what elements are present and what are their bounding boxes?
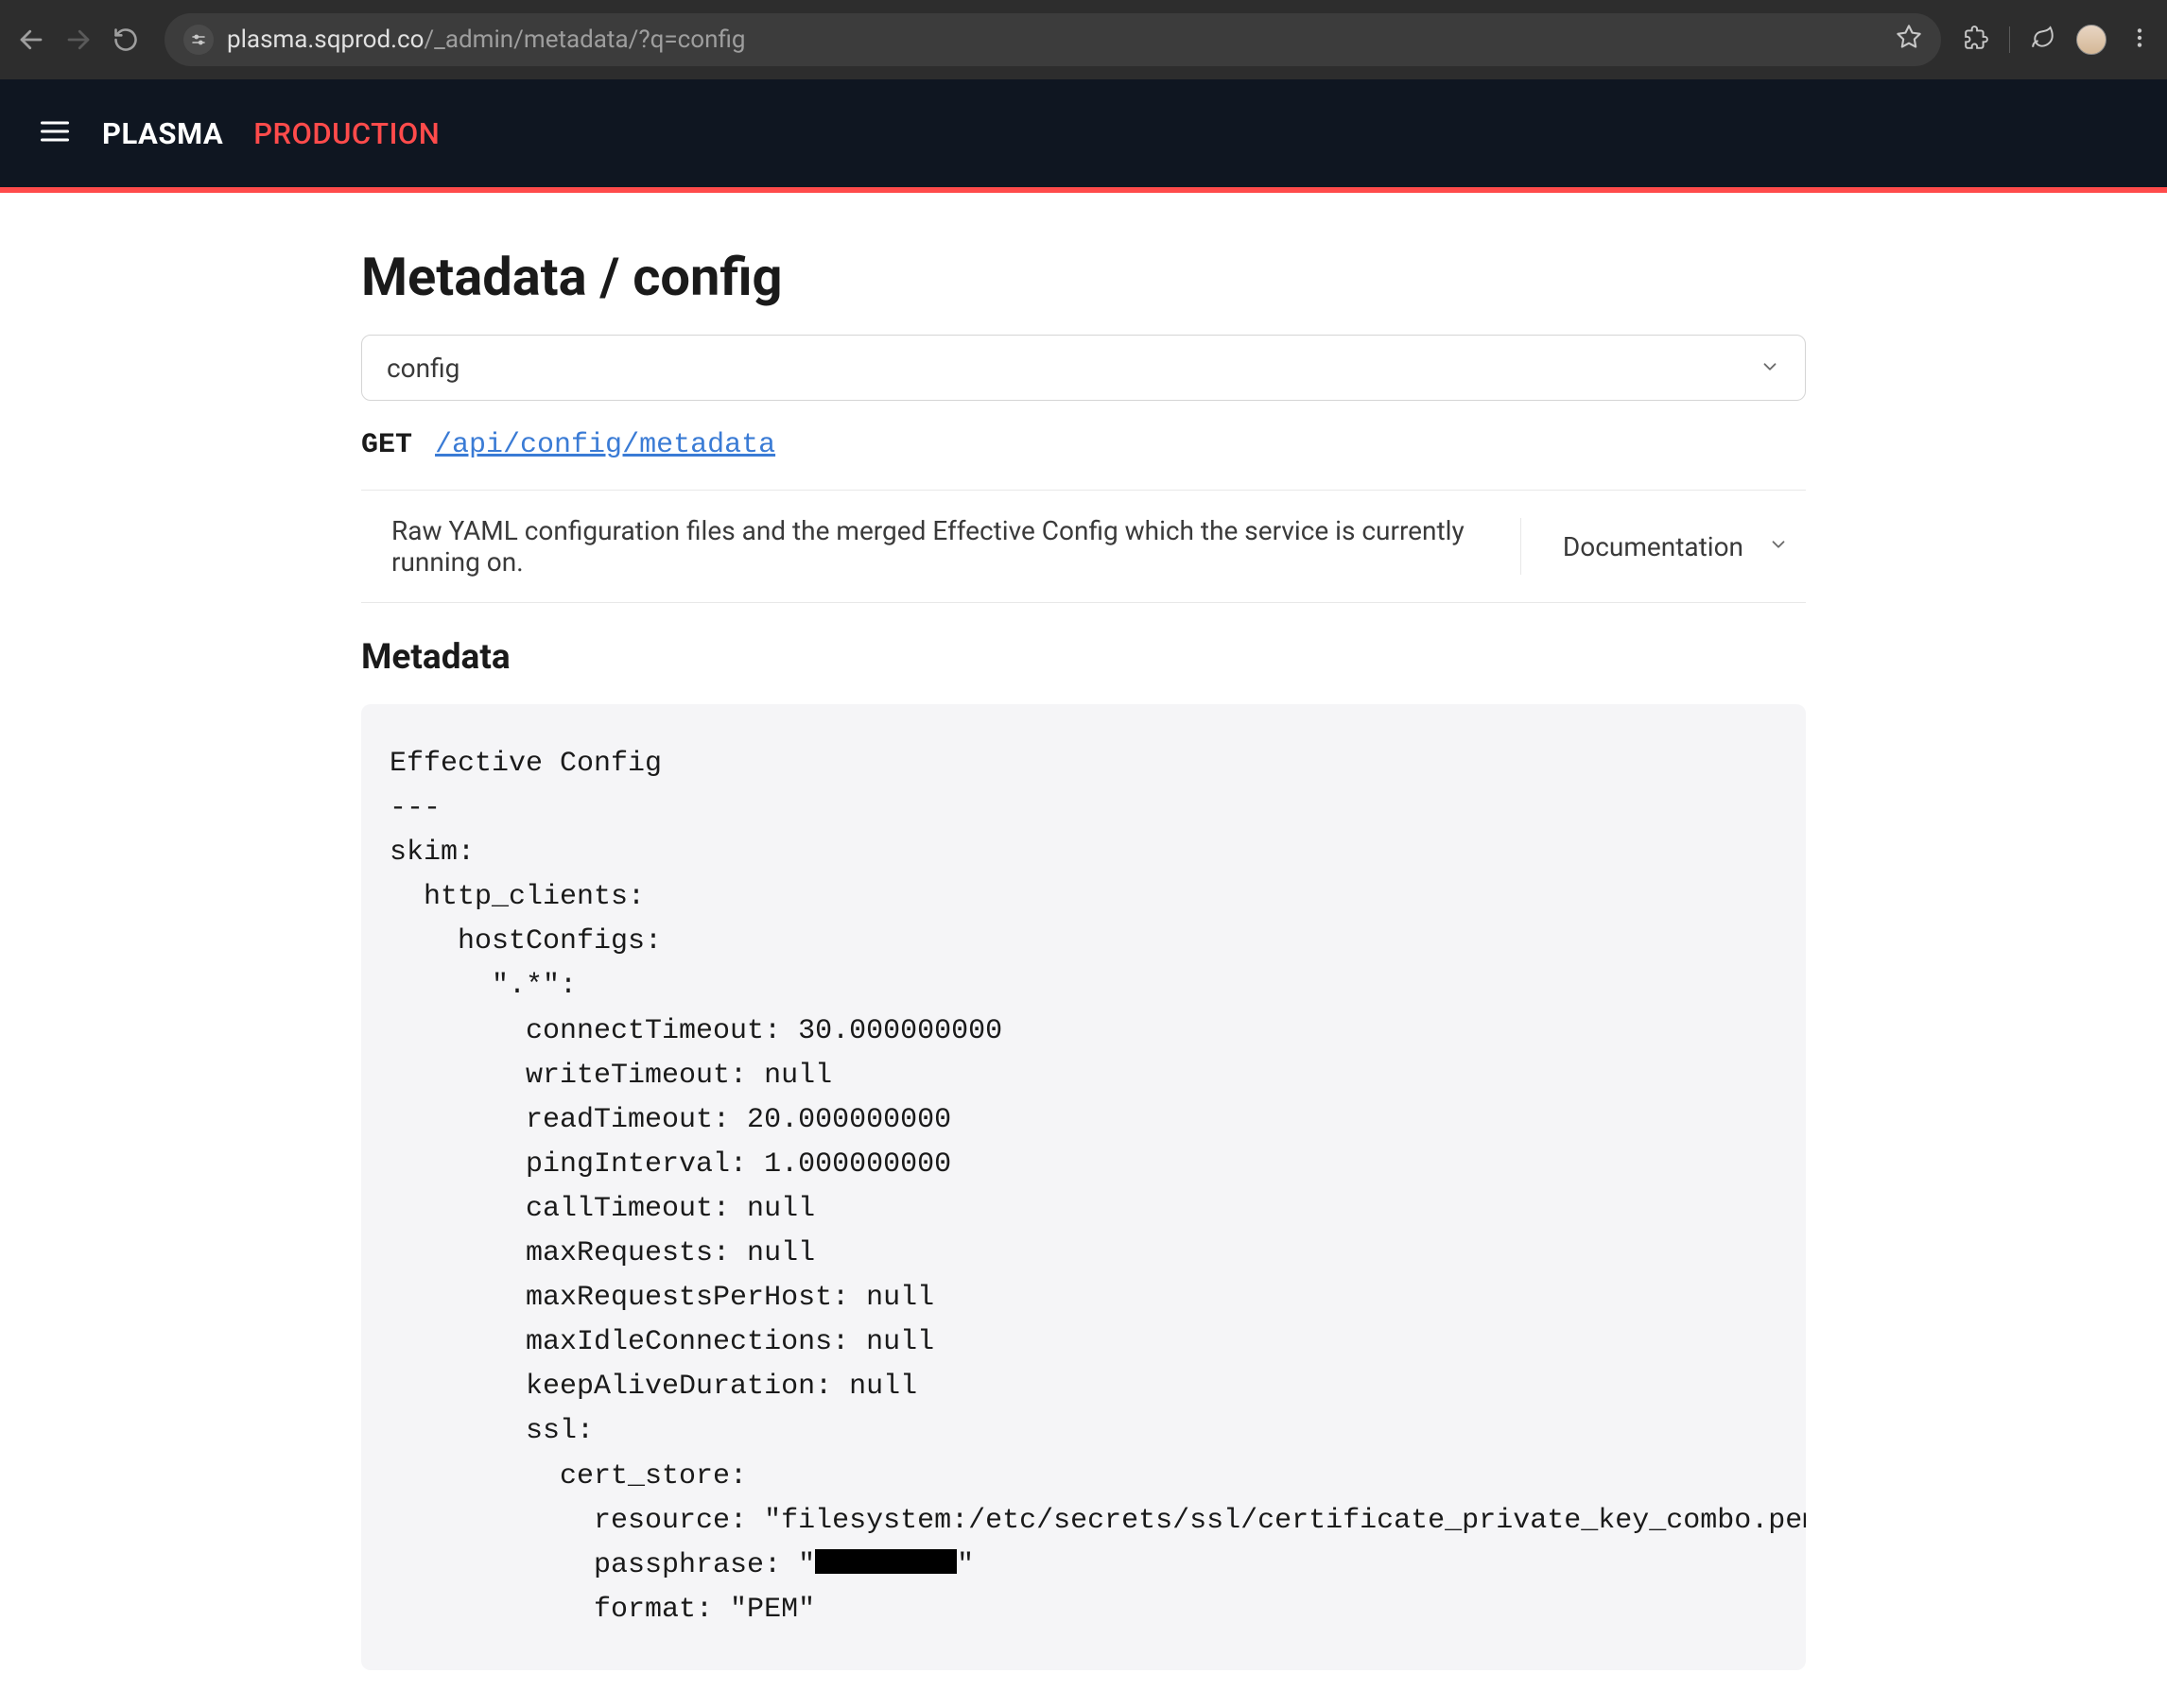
url-bar[interactable]: plasma.sqprod.co/_admin/metadata/?q=conf…	[165, 13, 1941, 66]
api-method: GET	[361, 429, 412, 461]
page-title: Metadata / config	[361, 246, 1806, 308]
description-text: Raw YAML configuration files and the mer…	[391, 515, 1520, 578]
chevron-down-icon	[1768, 534, 1789, 559]
chevron-down-icon	[1760, 353, 1780, 384]
metadata-select[interactable]: config	[361, 335, 1806, 401]
redacted-passphrase	[815, 1549, 957, 1574]
api-path-link[interactable]: /api/config/metadata	[435, 429, 775, 461]
browser-chrome: plasma.sqprod.co/_admin/metadata/?q=conf…	[0, 0, 2167, 79]
url-host: plasma.sqprod.co	[227, 26, 424, 54]
extensions-icon[interactable]	[1964, 26, 1988, 54]
bookmark-icon[interactable]	[1896, 24, 1922, 57]
app-title: PLASMA	[102, 116, 223, 151]
hamburger-menu-icon[interactable]	[38, 114, 72, 152]
divider	[2009, 26, 2010, 53]
profile-avatar[interactable]	[2076, 25, 2106, 55]
api-endpoint: GET /api/config/metadata	[361, 429, 1806, 491]
nav-controls	[15, 24, 142, 56]
section-title: Metadata	[361, 637, 1806, 678]
url-text: plasma.sqprod.co/_admin/metadata/?q=conf…	[227, 26, 1882, 54]
back-button[interactable]	[15, 24, 47, 56]
kebab-menu-icon[interactable]	[2127, 26, 2152, 54]
code-content-prefix: Effective Config --- skim: http_clients:…	[390, 748, 1806, 1581]
leaf-icon[interactable]	[2031, 26, 2055, 54]
main-content: Metadata / config config GET /api/config…	[185, 193, 1982, 1708]
documentation-label: Documentation	[1563, 531, 1743, 562]
documentation-dropdown[interactable]: Documentation	[1520, 518, 1806, 575]
reload-button[interactable]	[110, 24, 142, 56]
description-row: Raw YAML configuration files and the mer…	[361, 491, 1806, 603]
forward-button[interactable]	[62, 24, 95, 56]
site-settings-icon[interactable]	[183, 25, 214, 55]
environment-badge: PRODUCTION	[253, 116, 440, 151]
chrome-controls-right	[1964, 25, 2152, 55]
select-value: config	[387, 353, 459, 384]
url-path: /_admin/metadata/?q=config	[424, 26, 745, 54]
app-header: PLASMA PRODUCTION	[0, 79, 2167, 193]
config-code-block: Effective Config --- skim: http_clients:…	[361, 704, 1806, 1670]
